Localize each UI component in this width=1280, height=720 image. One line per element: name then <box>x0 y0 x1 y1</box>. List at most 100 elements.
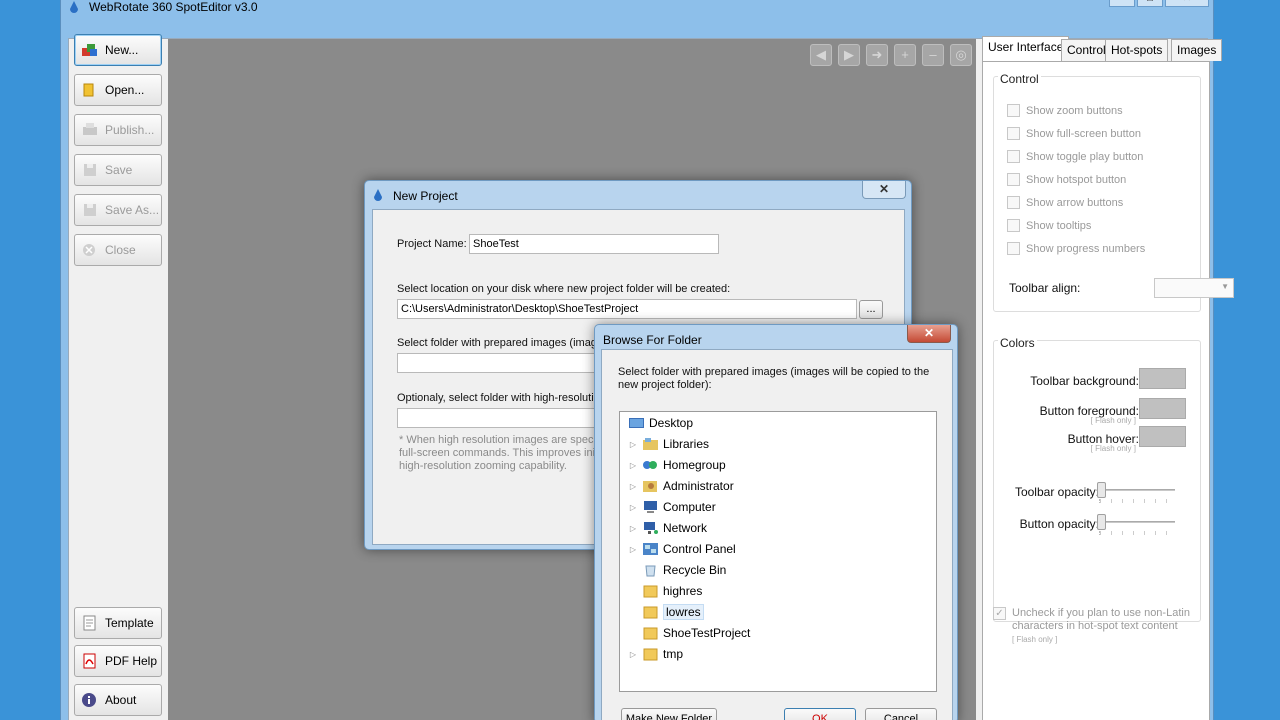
toolbar-opacity-slider[interactable] <box>1097 482 1106 498</box>
new-button-label: New... <box>105 43 139 57</box>
option-label: Show zoom buttons <box>1026 104 1123 117</box>
expand-arrow-icon[interactable]: ▷ <box>628 545 638 554</box>
maximize-button[interactable]: □ <box>1137 0 1163 7</box>
show-toggle-play-button-option[interactable]: Show toggle play button <box>1007 150 1143 163</box>
tree-item-label: tmp <box>663 647 684 661</box>
option-label: Show full-screen button <box>1026 127 1141 140</box>
folder-tree[interactable]: Desktop ▷ Libraries ▷ Homegroup ▷ Admini… <box>619 411 937 692</box>
browse-location-button[interactable]: ... <box>859 300 883 319</box>
open-button-label: Open... <box>105 83 145 97</box>
tree-item-label: Desktop <box>649 416 694 430</box>
show-arrow-buttons-option[interactable]: Show arrow buttons <box>1007 196 1123 209</box>
template-button-label: Template <box>105 616 154 630</box>
ok-button[interactable]: OK <box>784 708 856 720</box>
arrow-right-icon: ➜ <box>866 44 888 66</box>
toolbar-align-select[interactable]: ▼ <box>1154 278 1234 298</box>
libraries-icon <box>643 438 658 450</box>
button-opacity-slider[interactable] <box>1097 514 1106 530</box>
template-button[interactable]: Template <box>74 607 162 639</box>
close-project-button[interactable]: Close <box>74 234 162 266</box>
expand-arrow-icon[interactable]: ▷ <box>628 503 638 512</box>
show-tooltips-option[interactable]: Show tooltips <box>1007 219 1091 232</box>
project-name-input[interactable]: ShoeTest <box>469 234 719 254</box>
checkbox[interactable] <box>1007 173 1020 186</box>
show-progress-numbers-option[interactable]: Show progress numbers <box>1007 242 1145 255</box>
tree-item-label: Control Panel <box>663 542 736 556</box>
button-opacity-label: Button opacity: <box>1019 517 1099 531</box>
expand-arrow-icon[interactable]: ▷ <box>628 482 638 491</box>
flash-only-note: [ Flash only ] <box>1090 416 1136 425</box>
tree-item-shoetestproject[interactable]: ShoeTestProject <box>642 623 750 643</box>
button-foreground-swatch[interactable] <box>1139 398 1186 419</box>
tree-item-homegroup[interactable]: ▷ Homegroup <box>628 455 726 475</box>
expand-arrow-icon[interactable]: ▷ <box>628 524 638 533</box>
button-hover-swatch[interactable] <box>1139 426 1186 447</box>
template-icon <box>83 615 96 631</box>
flash-only-note: [ Flash only ] <box>1090 444 1136 453</box>
checkbox[interactable] <box>1007 127 1020 140</box>
show-hotspot-button-option[interactable]: Show hotspot button <box>1007 173 1126 186</box>
about-button[interactable]: About <box>74 684 162 716</box>
open-button[interactable]: Open... <box>74 74 162 106</box>
option-label: Show toggle play button <box>1026 150 1144 163</box>
tree-item-label: ShoeTestProject <box>663 626 751 640</box>
tree-item-label: Recycle Bin <box>663 563 727 577</box>
browse-folder-close-button[interactable]: ✕ <box>907 325 951 343</box>
expand-arrow-icon[interactable]: ▷ <box>628 440 638 449</box>
tree-item-control-panel[interactable]: ▷ Control Panel <box>628 539 736 559</box>
tab-images[interactable]: Images <box>1171 39 1223 61</box>
browse-instruction: Select folder with prepared images (imag… <box>618 366 929 392</box>
close-window-button[interactable]: ✕ <box>1165 0 1209 7</box>
show-full-screen-button-option[interactable]: Show full-screen button <box>1007 127 1141 140</box>
checkbox[interactable] <box>1007 219 1020 232</box>
save-button[interactable]: Save <box>74 154 162 186</box>
folder-icon <box>643 585 658 598</box>
pdf-help-button[interactable]: PDF Help <box>74 645 162 677</box>
tree-item-computer[interactable]: ▷ Computer <box>628 497 716 517</box>
toolbar-background-swatch[interactable] <box>1139 368 1186 389</box>
checkbox[interactable] <box>1007 242 1020 255</box>
tree-item-lowres[interactable]: lowres <box>642 602 704 622</box>
cancel-button[interactable]: Cancel <box>865 708 937 720</box>
new-button[interactable]: New... <box>74 34 162 66</box>
chevron-down-icon: ▼ <box>1221 282 1229 291</box>
tree-item-label: highres <box>663 584 703 598</box>
new-project-close-button[interactable]: ✕ <box>862 181 906 199</box>
pdf-help-button-label: PDF Help <box>105 654 158 668</box>
checkbox[interactable] <box>1007 196 1020 209</box>
control-group-title: Control <box>998 72 1041 86</box>
expand-arrow-icon[interactable]: ▷ <box>628 461 638 470</box>
folder-icon <box>643 606 658 619</box>
tree-item-highres[interactable]: highres <box>642 581 702 601</box>
recycle-bin-icon <box>645 565 656 577</box>
open-folder-icon <box>83 83 94 97</box>
publish-button[interactable]: Publish... <box>74 114 162 146</box>
tree-item-tmp[interactable]: ▷ tmp <box>628 644 683 664</box>
tree-item-recycle-bin[interactable]: Recycle Bin <box>642 560 726 580</box>
tree-item-label: Computer <box>663 500 716 514</box>
tree-item-network[interactable]: ▷ Network <box>628 518 707 538</box>
save-as-button[interactable]: Save As... <box>74 194 162 226</box>
instruction-line-2: new project folder): <box>618 379 712 391</box>
images-folder-input[interactable] <box>397 353 617 373</box>
location-input[interactable]: C:\Users\Administrator\Desktop\ShoeTestP… <box>397 299 857 319</box>
latin-characters-option[interactable]: ✓ Uncheck if you plan to use non-Latin c… <box>993 607 1190 646</box>
checkbox-checked[interactable]: ✓ <box>993 607 1006 620</box>
tree-item-libraries[interactable]: ▷ Libraries <box>628 434 709 454</box>
expand-arrow-icon[interactable]: ▷ <box>628 650 638 659</box>
tab-user-interface[interactable]: User Interface <box>982 36 1070 62</box>
highres-folder-input[interactable] <box>397 408 617 428</box>
make-new-folder-button[interactable]: Make New Folder <box>621 708 717 720</box>
title-bar[interactable]: WebRotate 360 SpotEditor v3.0 – □ ✕ <box>61 0 1213 19</box>
checkbox[interactable] <box>1007 104 1020 117</box>
tab-hot-spots[interactable]: Hot-spots <box>1105 39 1169 61</box>
checkbox[interactable] <box>1007 150 1020 163</box>
highres-folder-label: Optionaly, select folder with high-resol… <box>397 392 606 404</box>
new-project-icon <box>82 44 97 56</box>
tree-item-administrator[interactable]: ▷ Administrator <box>628 476 734 496</box>
browse-folder-body: Select folder with prepared images (imag… <box>601 349 953 720</box>
show-zoom-buttons-option[interactable]: Show zoom buttons <box>1007 104 1123 117</box>
minimize-button[interactable]: – <box>1109 0 1135 7</box>
tree-item-desktop[interactable]: Desktop <box>628 413 693 433</box>
app-logo-icon <box>374 189 382 201</box>
